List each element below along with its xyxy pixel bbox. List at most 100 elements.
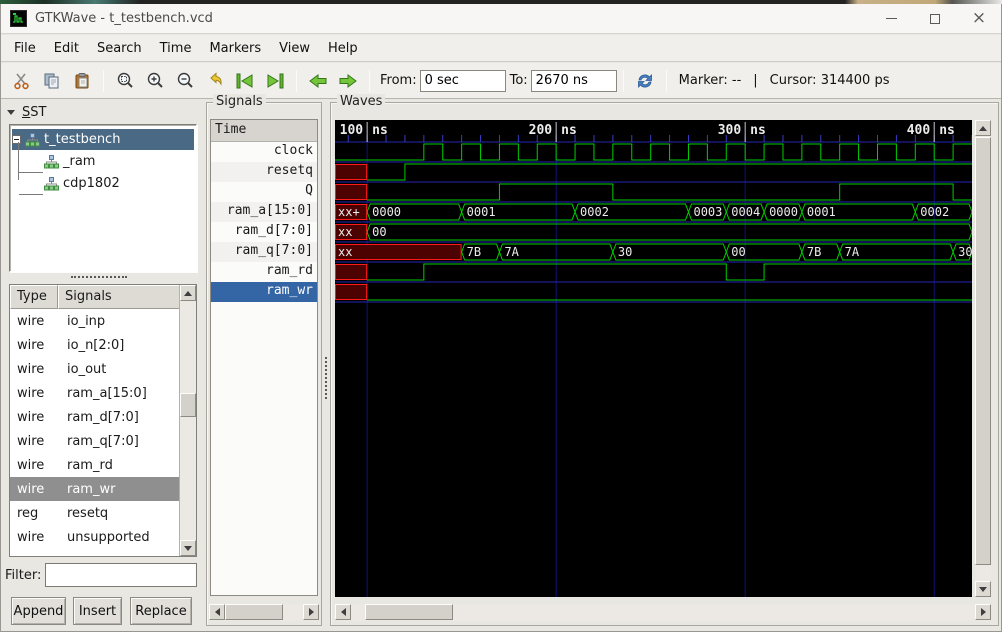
tree-expander-icon[interactable] [12,135,21,144]
signal-name: ram_rd [67,457,113,473]
signals-list-item-ram_d[7:0][interactable]: ram_d[7:0] [211,222,317,242]
arrow-left-icon [340,608,346,616]
table-row-ram_a[15:0][interactable]: wire ram_a[15:0] [10,381,180,405]
horizontal-resize-handle[interactable] [71,276,127,278]
cut-icon[interactable] [9,68,35,94]
table-row-ram_q[7:0][interactable]: wire ram_q[7:0] [10,429,180,453]
copy-icon[interactable] [39,68,65,94]
menu-item-search[interactable]: Search [88,37,151,60]
shift-left-icon[interactable] [305,68,331,94]
vertical-resize-handle[interactable] [325,357,327,399]
timeline-label: 300 [718,123,742,138]
signal-name: io_out [67,361,107,377]
table-row-unsupported[interactable]: wire unsupported [10,525,180,549]
menu-item-markers[interactable]: Markers [200,37,270,60]
arrow-right-icon [308,608,314,616]
tree-node-ram[interactable]: _ram [40,151,194,172]
go-to-start-icon[interactable] [232,68,258,94]
column-header-type[interactable]: Type [10,285,58,309]
bus-value: 0002 [580,205,609,219]
timeline-unit: ns [939,123,955,138]
table-row-io_n[2:0][interactable]: wire io_n[2:0] [10,333,180,357]
shift-right-icon[interactable] [335,68,361,94]
append-button[interactable]: Append [11,597,66,625]
table-row-resetq[interactable]: reg resetq [10,501,180,525]
hierarchy-icon [44,154,59,168]
signal-name: ram_wr [67,481,116,497]
signal-name: unsupported [67,529,150,545]
tree-node-cdp1802[interactable]: cdp1802 [40,173,194,194]
wave-background [335,120,972,597]
go-to-end-icon[interactable] [262,68,288,94]
main-area: SST t_testbench _ram cdp1802 Type Signals wi… [1,94,1001,632]
scrollbar-thumb[interactable] [975,137,991,565]
from-input[interactable] [419,69,506,92]
waves-hscrollbar[interactable] [335,604,991,621]
bus-value: 0001 [467,205,496,219]
signal-table-vscrollbar[interactable] [179,285,196,556]
table-row-io_out[interactable]: wire io_out [10,357,180,381]
table-row-ram_rd[interactable]: wire ram_rd [10,453,180,477]
signal-name: io_inp [67,313,106,329]
toolbar-separator [622,69,624,92]
signals-list-item-ram_q[7:0][interactable]: ram_q[7:0] [211,242,317,262]
arrow-down-icon [979,586,987,592]
menu-item-time[interactable]: Time [151,37,201,60]
arrow-up-icon [184,290,192,296]
time-header[interactable]: Time [211,120,317,142]
undefined-label: xx+ [338,205,360,219]
signals-list-item-resetq[interactable]: resetq [211,162,317,182]
scroll-left-button[interactable] [335,604,351,620]
signal-name: io_n[2:0] [67,337,125,353]
to-input[interactable] [530,69,617,92]
to-label: To: [509,73,528,88]
zoom-fit-icon[interactable] [112,68,138,94]
menu-item-view[interactable]: View [270,37,319,60]
scroll-down-button[interactable] [975,581,991,597]
timeline-label: 400 [907,123,931,138]
bus-value: 0004 [731,205,760,219]
signals-list-item-ram_rd[interactable]: ram_rd [211,262,317,282]
zoom-undo-icon[interactable] [202,68,228,94]
paste-icon[interactable] [69,68,95,94]
close-button[interactable]: × [957,4,1001,33]
scroll-down-button[interactable] [180,540,196,556]
reload-icon[interactable] [632,68,658,94]
tree-node-t_testbench[interactable]: t_testbench [12,129,194,150]
column-header-signals[interactable]: Signals [58,285,180,309]
bus-value: 0000 [372,205,401,219]
scroll-right-button[interactable] [975,604,991,620]
menu-item-help[interactable]: Help [319,37,367,60]
waveform-canvas[interactable]: 100 ns 200 ns 300 ns 400 nsxx+ 0000 0001 0002 0003 0… [335,120,972,597]
minimize-button[interactable] [869,4,913,33]
scrollbar-thumb[interactable] [365,604,453,620]
signals-list-item-ram_a[15:0][interactable]: ram_a[15:0] [211,202,317,222]
zoom-out-icon[interactable] [172,68,198,94]
scrollbar-thumb[interactable] [225,604,283,620]
table-row-ram_d[7:0][interactable]: wire ram_d[7:0] [10,405,180,429]
scroll-right-button[interactable] [303,604,319,620]
signals-panel: Signals Time clock resetq Qram_a[15:0] ram_… [206,94,322,626]
replace-button[interactable]: Replace [130,597,192,625]
maximize-button[interactable] [913,4,957,33]
undefined-region [335,164,368,180]
signal-type: wire [17,385,45,401]
signals-list-item-ram_wr[interactable]: ram_wr [211,282,317,302]
insert-button[interactable]: Insert [73,597,122,625]
sst-header[interactable]: SST [7,105,46,120]
menu-item-edit[interactable]: Edit [45,37,88,60]
menu-item-file[interactable]: File [5,37,45,60]
waves-vscrollbar[interactable] [975,120,991,597]
bus-value: 00 [372,225,386,239]
scrollbar-thumb[interactable] [180,393,196,417]
scroll-left-button[interactable] [209,604,225,620]
filter-input[interactable] [45,563,197,587]
signals-hscrollbar[interactable] [209,604,319,621]
signals-list-item-Q[interactable]: Q [211,182,317,202]
table-row-ram_wr[interactable]: wire ram_wr [10,477,180,501]
table-row-io_inp[interactable]: wire io_inp [10,309,180,333]
scroll-up-button[interactable] [975,120,991,136]
scroll-up-button[interactable] [180,285,196,301]
zoom-in-icon[interactable] [142,68,168,94]
signals-list-item-clock[interactable]: clock [211,142,317,162]
